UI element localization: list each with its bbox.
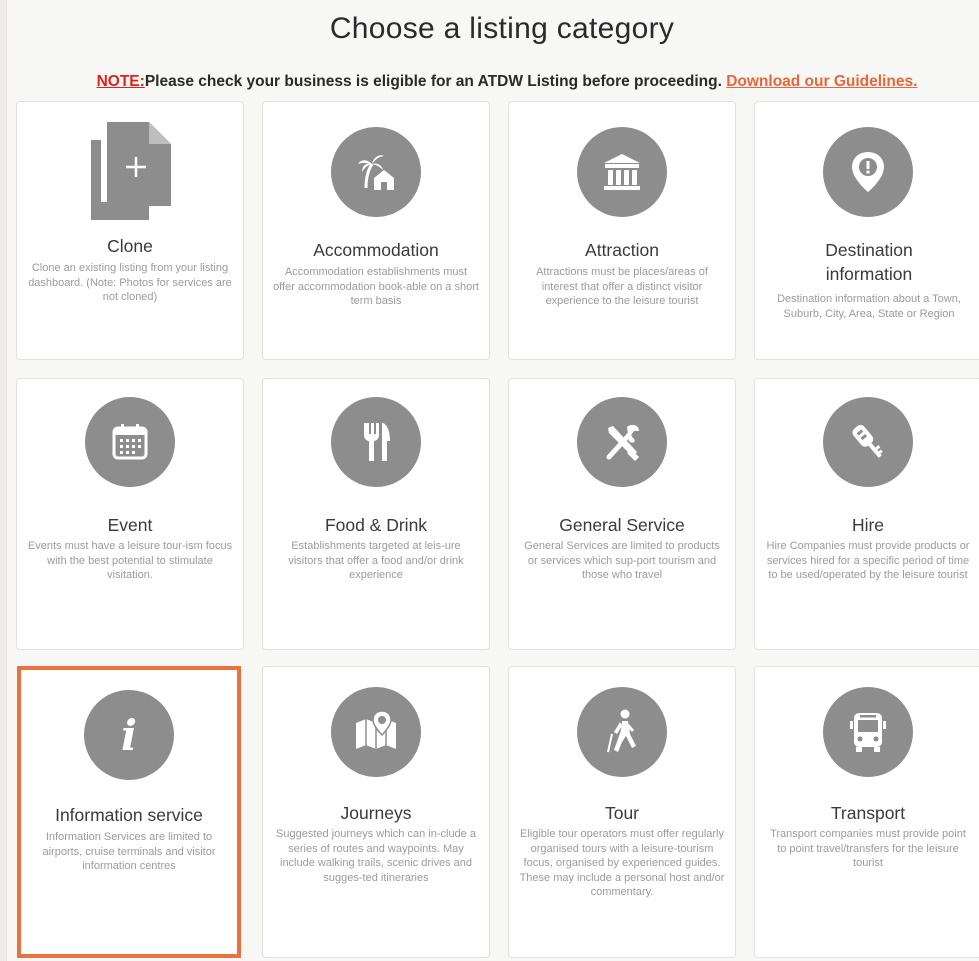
card-title: Food & Drink: [324, 515, 428, 535]
museum-icon: [577, 127, 667, 217]
category-card-journeys[interactable]: Journeys Suggested journeys which can in…: [262, 666, 490, 958]
category-card-information-service[interactable]: i Information service Information Servic…: [17, 666, 241, 958]
card-description: Eligible tour operators must offer regul…: [519, 828, 725, 898]
download-guidelines-link[interactable]: Download our Guidelines.: [726, 73, 917, 90]
category-card-attraction[interactable]: Attraction Attractions must be places/ar…: [508, 101, 736, 360]
calendar-icon: [85, 397, 175, 487]
card-title: Tour: [604, 803, 640, 823]
card-description: Suggested journeys which can in-clude a …: [276, 828, 476, 884]
card-title: Information service: [55, 805, 203, 825]
bus-icon: [823, 687, 913, 777]
card-description: Destination information about a Town, Su…: [777, 293, 961, 320]
card-title: Destination information: [825, 240, 913, 284]
card-description: Events must have a leisure tour-ism focu…: [27, 540, 233, 581]
page-title: Choose a listing category: [329, 12, 675, 45]
card-title: Clone: [107, 236, 153, 256]
card-title: Hire: [851, 515, 885, 535]
card-description: Transport companies must provide point t…: [770, 828, 966, 869]
card-description: Clone an existing listing from your list…: [28, 262, 232, 303]
fork-knife-icon: [331, 397, 421, 487]
map-icon: [331, 687, 421, 777]
info-icon: i: [84, 690, 174, 780]
note-text: Please check your business is eligible f…: [144, 73, 727, 90]
eligibility-note: NOTE:Please check your business is eligi…: [7, 73, 979, 91]
category-card-hire[interactable]: Hire Hire Companies must provide product…: [754, 378, 979, 650]
note-label: NOTE:: [96, 73, 145, 90]
tools-icon: [577, 397, 667, 487]
map-pin-alert-icon: [823, 127, 913, 217]
car-key-icon: [823, 397, 913, 487]
category-card-food-drink[interactable]: Food & Drink Establishments targeted at …: [262, 378, 490, 650]
category-card-clone[interactable]: Clone Clone an existing listing from you…: [16, 101, 244, 360]
category-card-event[interactable]: Event Events must have a leisure tour-is…: [16, 378, 244, 650]
card-title: Attraction: [585, 240, 659, 260]
card-title: Event: [107, 515, 153, 535]
card-description: Accommodation establishments must offer …: [273, 266, 479, 307]
card-title: Accommodation: [313, 240, 439, 260]
card-title: Transport: [830, 803, 906, 823]
category-card-transport[interactable]: Transport Transport companies must provi…: [754, 666, 979, 958]
category-card-destination-information[interactable]: Destination information Destination info…: [754, 101, 979, 360]
category-card-tour[interactable]: Tour Eligible tour operators must offer …: [508, 666, 736, 958]
category-card-accommodation[interactable]: Accommodation Accommodation establishmen…: [262, 101, 490, 360]
card-description: Establishments targeted at leis-ure visi…: [288, 540, 464, 581]
palm-house-icon: [331, 127, 421, 217]
card-description: Hire Companies must provide products or …: [766, 540, 970, 581]
clone-icon: [91, 122, 171, 220]
card-description: Attractions must be places/areas of inte…: [536, 266, 708, 307]
card-description: General Services are limited to products…: [524, 540, 720, 581]
card-title: General Service: [559, 515, 685, 535]
category-card-general-service[interactable]: General Service General Services are lim…: [508, 378, 736, 650]
card-description: Information Services are limited to airp…: [42, 831, 216, 872]
card-title: Journeys: [340, 803, 412, 823]
walking-tourist-icon: [577, 687, 667, 777]
